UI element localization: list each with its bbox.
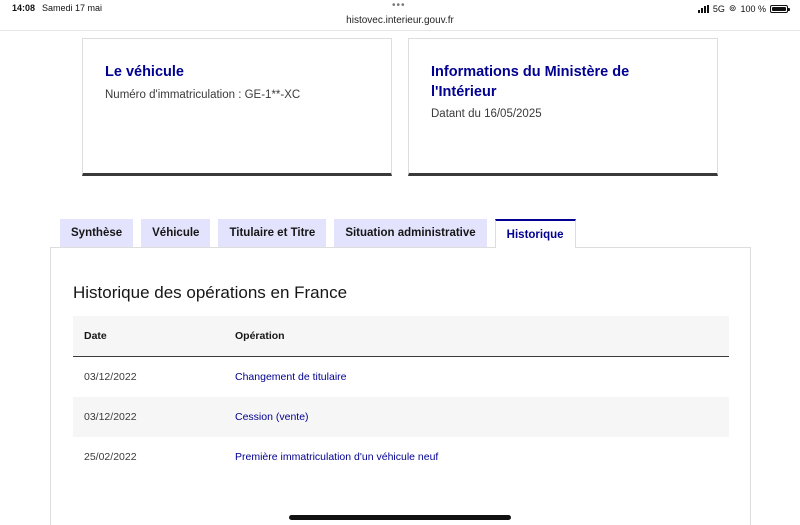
history-panel: Historique des opérations en France Date… bbox=[50, 247, 751, 525]
battery-label: 100 % bbox=[740, 3, 766, 14]
tab-synthese[interactable]: Synthèse bbox=[60, 219, 134, 247]
registration-number: Numéro d'immatriculation : GE-1**-XC bbox=[105, 89, 301, 101]
status-bar: 14:08 Samedi 17 mai ••• 5G ⊚ 100 % bbox=[0, 0, 800, 16]
column-header-date: Date bbox=[84, 330, 107, 342]
status-date: Samedi 17 mai bbox=[42, 3, 103, 13]
table-header: Date Opération bbox=[73, 316, 729, 357]
table-row: 03/12/2022 Changement de titulaire bbox=[73, 357, 729, 397]
battery-icon bbox=[770, 4, 790, 13]
history-title: Historique des opérations en France bbox=[73, 283, 348, 302]
row-date: 03/12/2022 bbox=[84, 371, 137, 383]
tab-bar: Synthèse Véhicule Titulaire et Titre Sit… bbox=[60, 219, 576, 248]
tab-historique[interactable]: Historique bbox=[494, 219, 576, 248]
row-operation: Première immatriculation d'un véhicule n… bbox=[235, 451, 439, 463]
vehicle-card: Le véhicule Numéro d'immatriculation : G… bbox=[82, 38, 392, 176]
history-table: Date Opération 03/12/2022 Changement de … bbox=[73, 316, 729, 477]
wifi-icon: ⊚ bbox=[728, 3, 737, 13]
tab-vehicule[interactable]: Véhicule bbox=[141, 219, 211, 247]
signal-icon bbox=[697, 4, 709, 13]
tab-situation-administrative[interactable]: Situation administrative bbox=[334, 219, 487, 247]
more-dots-icon[interactable]: ••• bbox=[392, 0, 406, 11]
battery-fill bbox=[772, 6, 786, 11]
ministry-card: Informations du Ministère de l'Intérieur… bbox=[408, 38, 718, 176]
row-date: 25/02/2022 bbox=[84, 451, 137, 463]
table-row: 25/02/2022 Première immatriculation d'un… bbox=[73, 437, 729, 477]
status-right: 5G ⊚ 100 % bbox=[697, 3, 790, 14]
ministry-card-title: Informations du Ministère de l'Intérieur bbox=[431, 64, 630, 100]
ministry-date: Datant du 16/05/2025 bbox=[431, 108, 542, 120]
url-bar[interactable]: histovec.interieur.gouv.fr bbox=[0, 15, 800, 26]
url-divider bbox=[0, 30, 800, 31]
row-operation: Cession (vente) bbox=[235, 411, 309, 423]
home-indicator[interactable] bbox=[289, 515, 511, 520]
column-header-operation: Opération bbox=[235, 330, 285, 342]
row-operation: Changement de titulaire bbox=[235, 371, 347, 383]
row-date: 03/12/2022 bbox=[84, 411, 137, 423]
vehicle-card-title: Le véhicule bbox=[105, 64, 184, 80]
tab-titulaire-titre[interactable]: Titulaire et Titre bbox=[218, 219, 327, 247]
table-row: 03/12/2022 Cession (vente) bbox=[73, 397, 729, 437]
status-time: 14:08 bbox=[12, 3, 36, 13]
network-label: 5G bbox=[712, 3, 725, 14]
